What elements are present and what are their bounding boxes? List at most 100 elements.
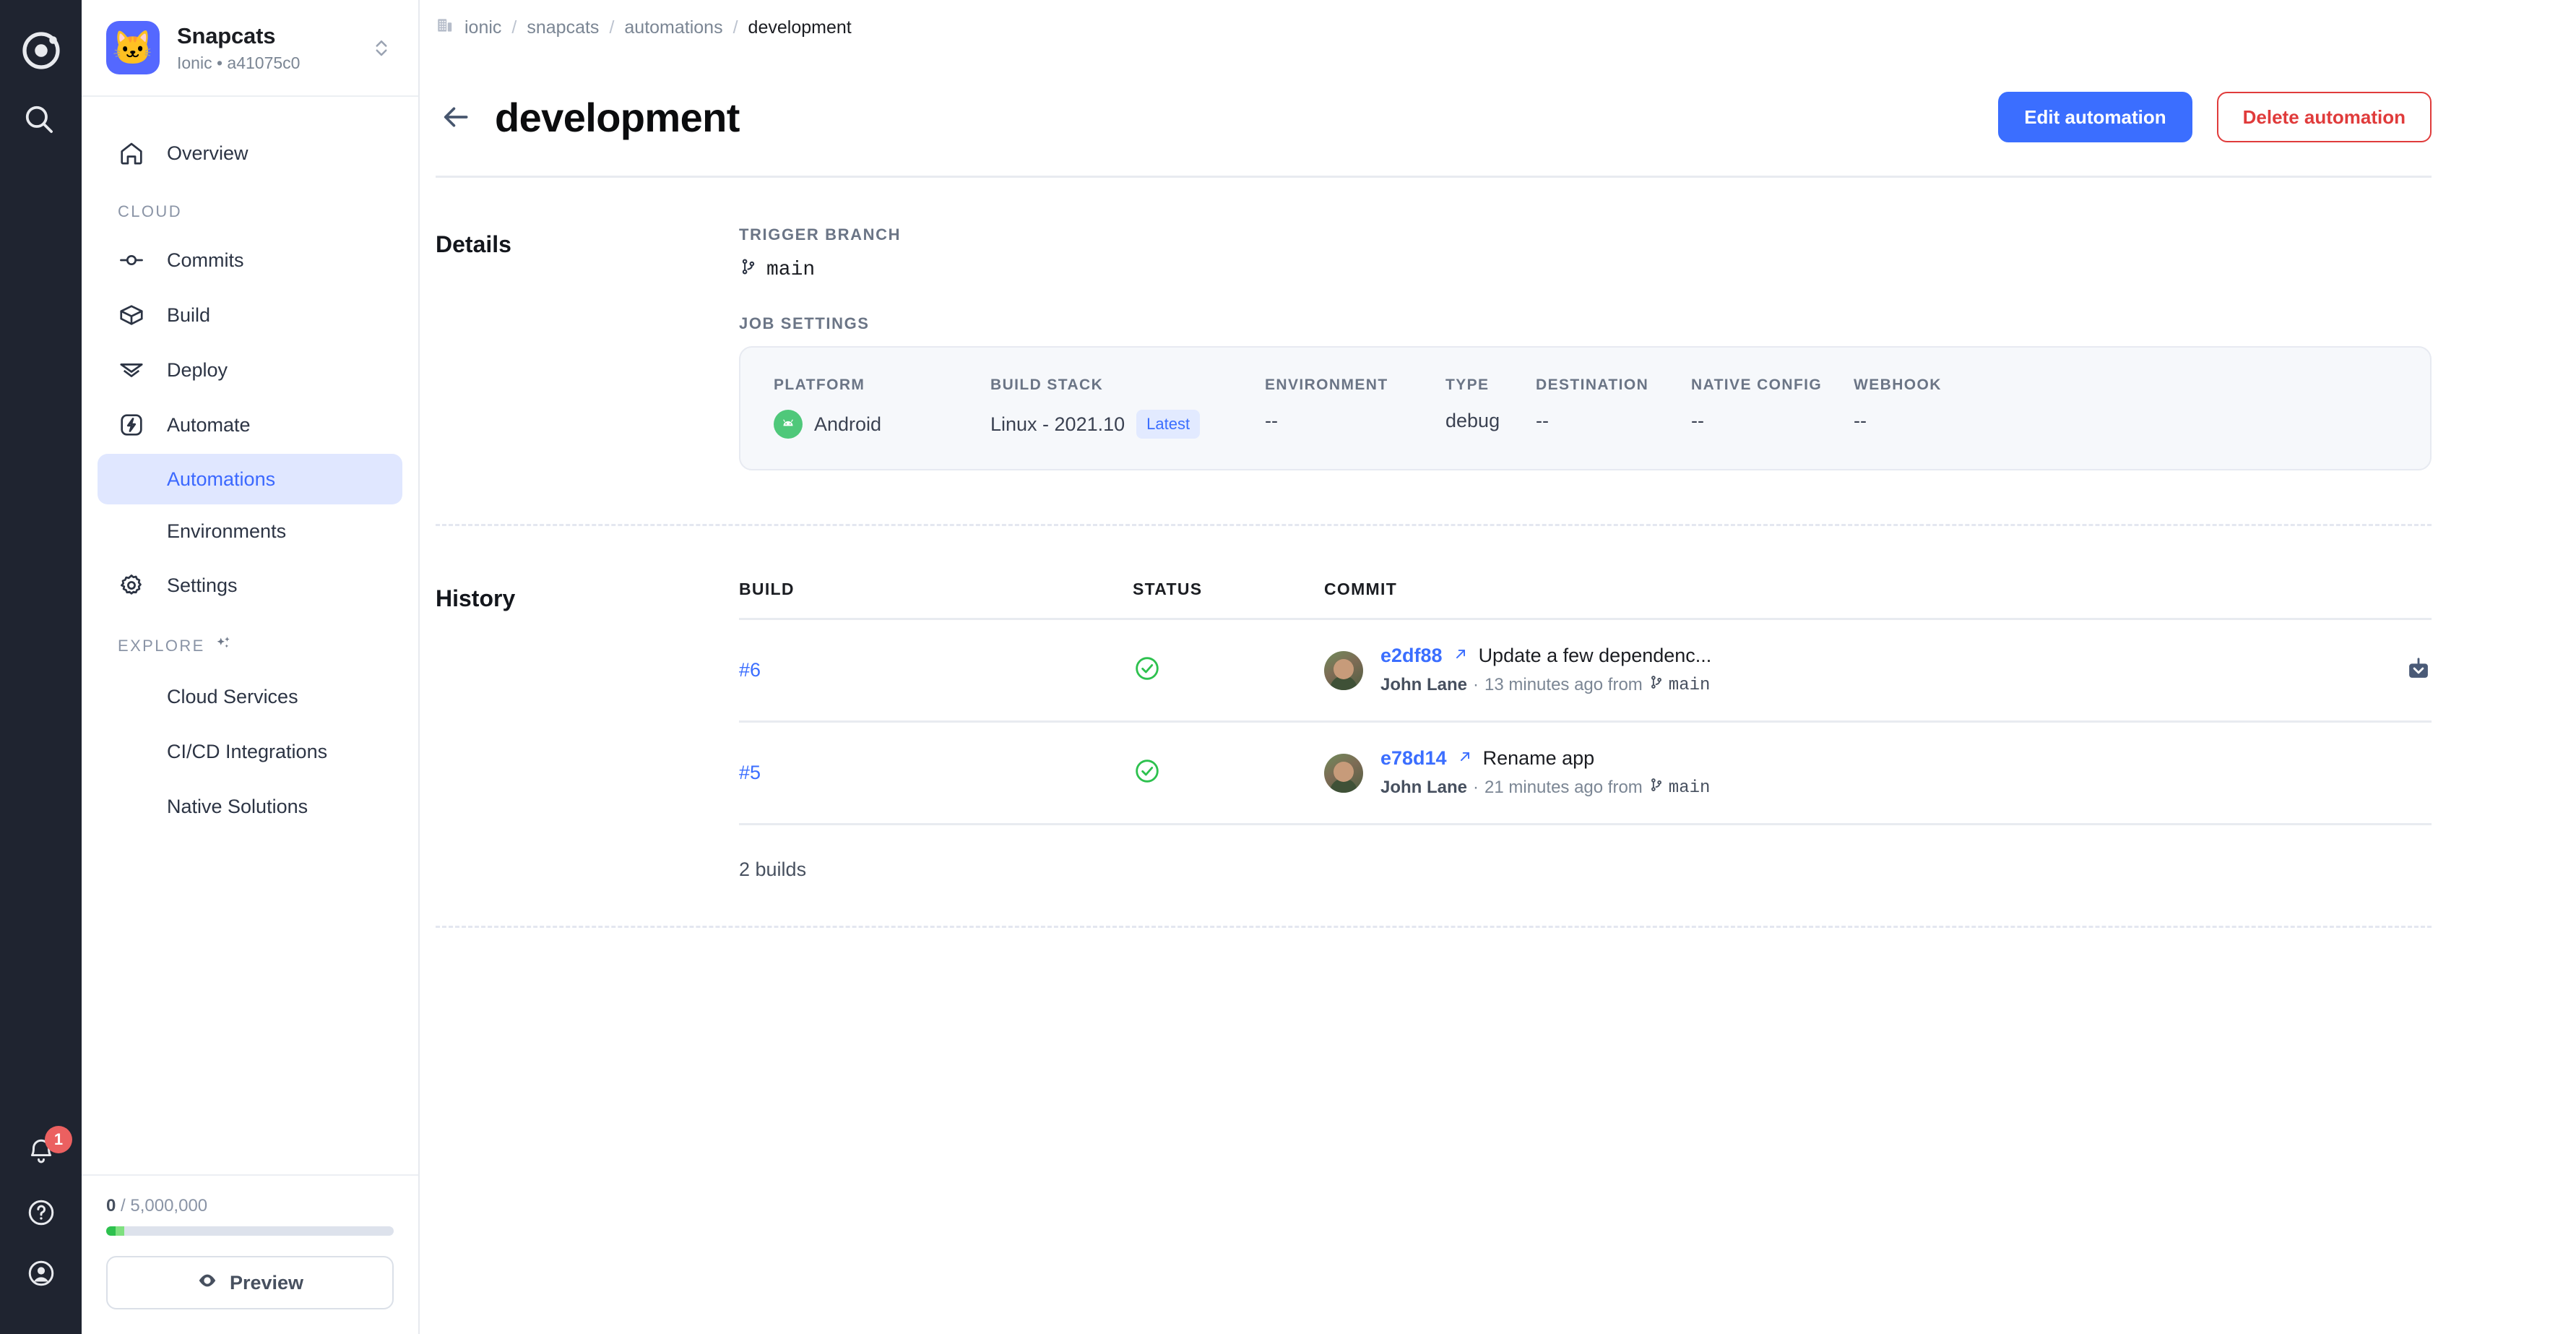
- trigger-branch-value-row: main: [739, 257, 2432, 283]
- chevron-up-down-icon[interactable]: [369, 37, 394, 59]
- delete-automation-button[interactable]: Delete automation: [2216, 92, 2432, 142]
- commit-meta: John Lane · 13 minutes ago from main: [1380, 674, 1711, 696]
- download-icon: [2406, 655, 2432, 685]
- page-header: development Edit automation Delete autom…: [420, 40, 2576, 142]
- arrow-left-icon[interactable]: [436, 97, 476, 137]
- status-badge: [1133, 654, 1324, 687]
- sidebar-item-commits[interactable]: Commits: [98, 233, 402, 288]
- project-switcher[interactable]: 🐱 Snapcats Ionic • a41075c0: [82, 0, 418, 97]
- sidebar-item-automate[interactable]: Automate: [98, 397, 402, 452]
- job-environment-value: --: [1265, 410, 1278, 431]
- box-icon: [118, 301, 160, 329]
- ionic-logo-icon[interactable]: [20, 29, 63, 72]
- sidebar-item-label: Automate: [167, 413, 251, 436]
- quota-total: 5,000,000: [130, 1196, 208, 1215]
- details-section-label: Details: [436, 231, 511, 257]
- sidebar-item-label: Environments: [167, 520, 287, 542]
- sidebar: 🐱 Snapcats Ionic • a41075c0 Overview CLO…: [82, 0, 420, 1334]
- job-col-platform: PLATFORM Android: [774, 376, 990, 439]
- sidebar-item-label: Settings: [167, 574, 238, 596]
- project-meta: Snapcats Ionic • a41075c0: [177, 23, 369, 73]
- job-platform-header: PLATFORM: [774, 376, 865, 393]
- header-actions: Edit automation Delete automation: [1998, 92, 2576, 142]
- breadcrumb-item-automations[interactable]: automations: [624, 17, 722, 38]
- commit-lines: e2df88 Update a few dependenc... John La…: [1380, 645, 1711, 696]
- sidebar-heading-label: EXPLORE: [118, 637, 205, 655]
- sidebar-heading-cloud: CLOUD: [82, 181, 418, 233]
- quota-progress-fill-light: [115, 1226, 124, 1236]
- build-number-link[interactable]: #5: [739, 762, 1133, 784]
- sidebar-item-automations[interactable]: Automations: [98, 454, 402, 504]
- edit-automation-button[interactable]: Edit automation: [1998, 92, 2192, 142]
- history-section-label: History: [436, 585, 516, 611]
- job-platform-value-row: Android: [774, 410, 990, 439]
- quota-separator: /: [116, 1196, 131, 1215]
- account-circle-icon[interactable]: [0, 1243, 82, 1304]
- sidebar-heading-label: CLOUD: [118, 202, 183, 220]
- deploy-icon: [118, 356, 160, 384]
- download-button[interactable]: [2367, 655, 2432, 685]
- git-branch-icon: [1648, 674, 1664, 696]
- commit-top-line: e78d14 Rename app: [1380, 747, 1710, 770]
- search-icon[interactable]: [21, 101, 61, 142]
- external-link-icon[interactable]: [1457, 747, 1473, 770]
- breadcrumb-item-org[interactable]: ionic: [464, 17, 501, 38]
- commit-author: John Lane: [1380, 675, 1468, 694]
- project-avatar: 🐱: [106, 21, 160, 74]
- breadcrumb-separator: /: [511, 17, 517, 38]
- trigger-branch-label: TRIGGER BRANCH: [739, 225, 902, 244]
- preview-button-label: Preview: [229, 1271, 304, 1294]
- job-type-value: debug: [1445, 410, 1500, 431]
- job-destination-value: --: [1536, 410, 1549, 431]
- sidebar-item-label: Deploy: [167, 358, 228, 381]
- breadcrumb-current: development: [748, 17, 852, 38]
- sidebar-item-cloud-services[interactable]: Cloud Services: [98, 669, 402, 724]
- history-section: History BUILD STATUS COMMIT #6 e2df88 Up…: [420, 526, 2576, 881]
- sidebar-nav: Overview CLOUD Commits Build Deploy Auto…: [82, 97, 418, 1174]
- help-circle-icon[interactable]: [0, 1182, 82, 1243]
- home-icon: [118, 139, 160, 167]
- job-settings-card: PLATFORM Android BUILD STACK Linux - 202…: [739, 346, 2432, 470]
- commit-icon: [118, 246, 160, 274]
- job-settings-label: JOB SETTINGS: [739, 314, 870, 332]
- preview-button[interactable]: Preview: [106, 1256, 394, 1309]
- details-section: Details TRIGGER BRANCH main JOB SETTINGS…: [420, 178, 2576, 470]
- sidebar-item-native-solutions[interactable]: Native Solutions: [98, 779, 402, 834]
- sidebar-item-label: Commits: [167, 249, 244, 271]
- git-branch-icon: [739, 257, 758, 283]
- table-row[interactable]: #5 e78d14 Rename app John Lane · 21 minu…: [739, 720, 2432, 823]
- project-subtitle: Ionic • a41075c0: [177, 53, 301, 72]
- bell-icon[interactable]: 1: [0, 1122, 82, 1182]
- quota-progress-fill-dark: [106, 1226, 116, 1236]
- build-number-link[interactable]: #6: [739, 659, 1133, 681]
- sidebar-item-environments[interactable]: Environments: [98, 506, 402, 556]
- check-circle-icon: [1133, 657, 1162, 686]
- job-col-type: TYPE debug: [1445, 376, 1536, 439]
- sidebar-item-deploy[interactable]: Deploy: [98, 343, 402, 397]
- sidebar-item-settings[interactable]: Settings: [98, 558, 402, 613]
- sparkles-icon: [214, 634, 233, 658]
- notification-badge: 1: [45, 1126, 72, 1153]
- commit-meta-dot: ·: [1473, 778, 1479, 797]
- sidebar-item-cicd-integrations[interactable]: CI/CD Integrations: [98, 724, 402, 779]
- sidebar-item-label: CI/CD Integrations: [167, 740, 328, 762]
- sidebar-item-overview[interactable]: Overview: [98, 126, 402, 181]
- commit-lines: e78d14 Rename app John Lane · 21 minutes…: [1380, 747, 1710, 799]
- table-row[interactable]: #6 e2df88 Update a few dependenc... John…: [739, 618, 2432, 720]
- sidebar-item-build[interactable]: Build: [98, 288, 402, 343]
- avatar: [1324, 650, 1363, 690]
- commit-time: 13 minutes ago from: [1484, 675, 1643, 694]
- commit-top-line: e2df88 Update a few dependenc...: [1380, 645, 1711, 667]
- breadcrumb-item-app[interactable]: snapcats: [527, 17, 599, 38]
- commit-sha-link[interactable]: e78d14: [1380, 747, 1447, 770]
- history-table-header: BUILD STATUS COMMIT: [739, 580, 2432, 618]
- external-link-icon[interactable]: [1453, 645, 1469, 667]
- job-stack-header: BUILD STACK: [990, 376, 1104, 393]
- col-header-status: STATUS: [1133, 580, 1203, 598]
- app-rail: 1: [0, 0, 82, 1334]
- quota-text: 0 / 5,000,000: [106, 1196, 394, 1216]
- sidebar-item-label: Native Solutions: [167, 795, 308, 817]
- commit-cell: e78d14 Rename app John Lane · 21 minutes…: [1324, 747, 2367, 799]
- commit-sha-link[interactable]: e2df88: [1380, 645, 1443, 667]
- job-platform-value: Android: [814, 413, 882, 435]
